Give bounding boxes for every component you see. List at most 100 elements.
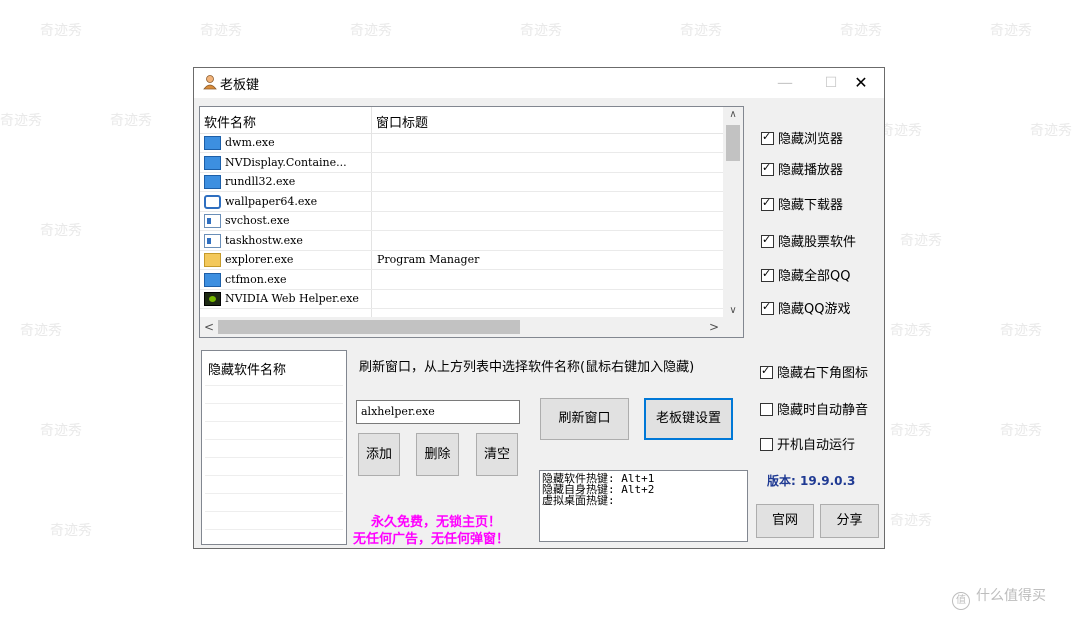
monitor-icon (204, 272, 221, 287)
process-row[interactable]: rundll32.exe (200, 173, 723, 192)
boss-key-settings-button[interactable]: 老板键设置 (644, 398, 733, 440)
process-name: ctfmon.exe (225, 272, 287, 286)
monitor-icon (204, 155, 221, 170)
process-name: taskhostw.exe (225, 233, 303, 247)
process-row[interactable]: svchost.exe (200, 212, 723, 231)
hide-all-qq-checkbox[interactable]: 隐藏全部QQ (761, 265, 850, 284)
process-row[interactable]: dwm.exe (200, 134, 723, 153)
background-watermark: 奇迹秀 (890, 423, 932, 439)
refresh-window-button[interactable]: 刷新窗口 (540, 398, 629, 440)
background-watermark: 奇迹秀 (520, 23, 562, 39)
hide-stock-software-checkbox[interactable]: 隐藏股票软件 (761, 231, 856, 250)
scroll-left-icon[interactable]: < (200, 317, 218, 337)
process-name: wallpaper64.exe (225, 194, 318, 208)
background-watermark: 奇迹秀 (1030, 123, 1072, 139)
vertical-scroll-thumb[interactable] (726, 125, 740, 161)
share-button[interactable]: 分享 (820, 504, 879, 538)
close-button[interactable]: ✕ (838, 68, 884, 98)
empty-list-row (205, 493, 343, 494)
folder-icon (204, 253, 221, 267)
checkbox-box[interactable] (761, 233, 774, 248)
empty-list-row (205, 403, 343, 404)
process-name: explorer.exe (225, 253, 294, 266)
hide-player-checkbox[interactable]: 隐藏播放器 (761, 159, 843, 178)
monitor-icon (204, 136, 221, 150)
add-button[interactable]: 添加 (358, 433, 400, 476)
process-row[interactable]: wallpaper64.exe (200, 193, 723, 212)
site-watermark: 值什么值得买 (952, 585, 1046, 610)
process-row[interactable]: ctfmon.exe (200, 271, 723, 290)
process-row[interactable]: NVDisplay.Containe... (200, 154, 723, 173)
hide-downloader-checkbox[interactable]: 隐藏下载器 (761, 194, 843, 213)
site-logo-icon: 值 (952, 592, 970, 610)
checkbox-box[interactable] (761, 196, 774, 211)
process-list[interactable]: 软件名称 窗口标题 dwm.exe NVDisplay.Containe... ru… (199, 106, 744, 338)
background-watermark: 奇迹秀 (680, 23, 722, 39)
checkbox-box[interactable] (760, 364, 773, 379)
auto-mute-checkbox[interactable]: 隐藏时自动静音 (760, 399, 868, 418)
empty-list-row (205, 439, 343, 440)
process-name: dwm.exe (225, 136, 275, 149)
promo-line-2: 无任何广告，无任何弹窗！ (353, 532, 510, 547)
window-title-cell: Program Manager (377, 253, 480, 266)
hide-browser-checkbox[interactable]: 隐藏浏览器 (761, 128, 843, 147)
title-bar[interactable]: 老板键 — ☐ ✕ (194, 68, 884, 98)
nvidia-icon (204, 292, 221, 306)
scroll-corner (723, 317, 743, 337)
hide-tray-icon-checkbox[interactable]: 隐藏右下角图标 (760, 362, 868, 381)
checkbox-box[interactable] (761, 300, 774, 315)
process-row[interactable]: NVIDIA Web Helper.exe (200, 290, 723, 309)
hide-qq-games-checkbox[interactable]: 隐藏QQ游戏 (761, 298, 850, 317)
hotkey-virtual-desktop: 虚拟桌面热键: (542, 494, 615, 507)
empty-list-row (205, 529, 343, 530)
background-watermark: 奇迹秀 (110, 113, 152, 129)
official-site-button[interactable]: 官网 (756, 504, 814, 538)
hotkeys-panel: 隐藏软件热键: Alt+1 隐藏自身热键: Alt+2 虚拟桌面热键: (539, 470, 748, 542)
horizontal-scroll-thumb[interactable] (218, 320, 520, 334)
empty-list-row (205, 385, 343, 386)
process-row[interactable]: explorer.exe Program Manager (200, 251, 723, 270)
background-watermark: 奇迹秀 (1000, 423, 1042, 439)
process-name: NVIDIA Web Helper.exe (225, 292, 359, 305)
background-watermark: 奇迹秀 (890, 323, 932, 339)
process-row[interactable]: taskhostw.exe (200, 232, 723, 251)
boss-key-window: 老板键 — ☐ ✕ 软件名称 窗口标题 dwm.exe NVDisplay.Con… (193, 67, 885, 549)
hidden-list-header: 隐藏软件名称 (208, 363, 287, 378)
version-label: 版本: 19.9.0.3 (767, 474, 856, 488)
checkbox-box[interactable] (761, 161, 774, 176)
background-watermark: 奇迹秀 (40, 423, 82, 439)
background-watermark: 奇迹秀 (40, 223, 82, 239)
column-header-name[interactable]: 软件名称 (204, 112, 256, 131)
instruction-text: 刷新窗口，从上方列表中选择软件名称(鼠标右键加入隐藏) (359, 360, 695, 375)
minimize-button[interactable]: — (762, 68, 808, 98)
scroll-up-icon[interactable]: ∧ (723, 107, 743, 123)
empty-list-row (205, 511, 343, 512)
background-watermark: 奇迹秀 (900, 233, 942, 249)
background-watermark: 奇迹秀 (890, 513, 932, 529)
boss-person-icon (203, 75, 217, 90)
background-watermark: 奇迹秀 (350, 23, 392, 39)
background-watermark: 奇迹秀 (0, 113, 42, 129)
process-name: rundll32.exe (225, 175, 296, 188)
checkbox-box[interactable] (761, 267, 774, 282)
checkbox-box[interactable] (760, 438, 773, 451)
background-watermark: 奇迹秀 (40, 23, 82, 39)
horizontal-scrollbar[interactable]: < > (200, 317, 723, 337)
checkbox-box[interactable] (761, 130, 774, 145)
service-icon (204, 214, 221, 228)
process-list-header: 软件名称 窗口标题 (200, 107, 723, 134)
checkbox-box[interactable] (760, 403, 773, 416)
empty-list-row (205, 421, 343, 422)
column-header-title[interactable]: 窗口标题 (376, 112, 428, 131)
window-title: 老板键 (220, 78, 260, 93)
clear-button[interactable]: 清空 (476, 433, 518, 476)
delete-button[interactable]: 删除 (416, 433, 459, 476)
process-name: NVDisplay.Containe... (225, 155, 347, 169)
background-watermark: 奇迹秀 (50, 523, 92, 539)
hidden-software-list[interactable]: 隐藏软件名称 (201, 350, 347, 545)
vertical-scrollbar[interactable]: ∧ ∨ (723, 107, 743, 319)
software-name-input[interactable]: alxhelper.exe (356, 400, 520, 424)
auto-start-checkbox[interactable]: 开机自动运行 (760, 434, 855, 453)
scroll-right-icon[interactable]: > (705, 317, 723, 337)
background-watermark: 奇迹秀 (840, 23, 882, 39)
